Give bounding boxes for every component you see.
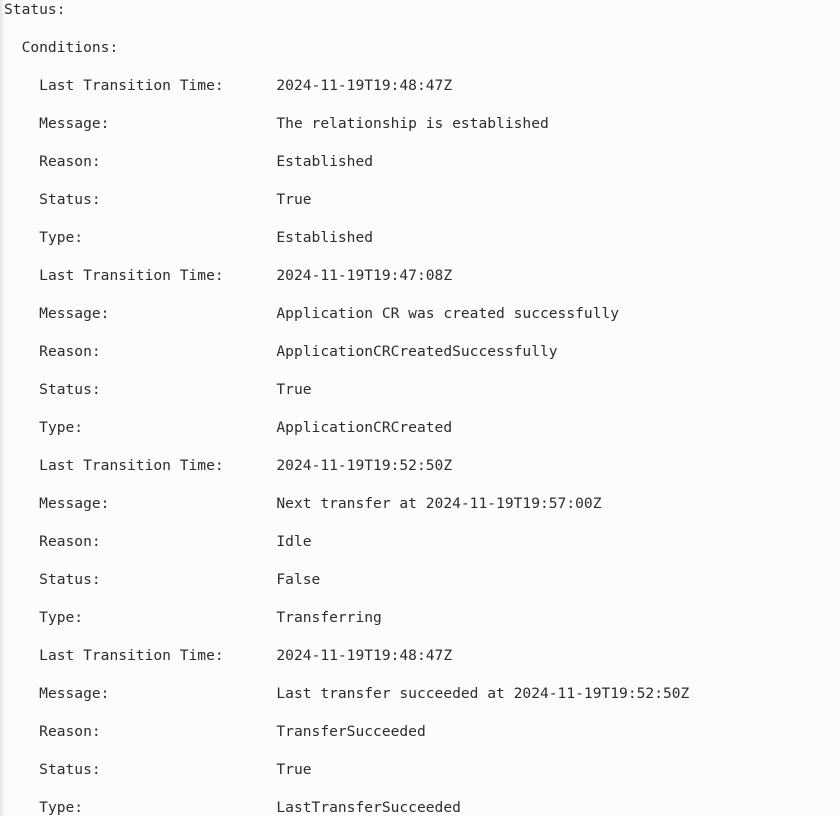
condition-3-message-value: Last transfer succeeded at 2024-11-19T19… xyxy=(276,685,689,702)
condition-2-reason-label: Reason: xyxy=(39,533,276,550)
condition-3-reason-value: TransferSucceeded xyxy=(276,723,425,740)
conditions-heading: Conditions: xyxy=(22,39,119,56)
condition-1-ltt-label: Last Transition Time: xyxy=(39,267,276,284)
status-heading: Status: xyxy=(4,1,66,18)
condition-2-status-label: Status: xyxy=(39,571,276,588)
condition-1-reason-label: Reason: xyxy=(39,343,276,360)
condition-0-type-value: Established xyxy=(276,229,373,246)
condition-1-type-label: Type: xyxy=(39,419,276,436)
condition-3-reason-label: Reason: xyxy=(39,723,276,740)
condition-2-type-label: Type: xyxy=(39,609,276,626)
condition-0-reason-value: Established xyxy=(276,153,373,170)
condition-2-message-label: Message: xyxy=(39,495,276,512)
condition-2-message-value: Next transfer at 2024-11-19T19:57:00Z xyxy=(276,495,601,512)
condition-2-status-value: False xyxy=(276,571,320,588)
condition-0-ltt-label: Last Transition Time: xyxy=(39,77,276,94)
condition-2-ltt-value: 2024-11-19T19:52:50Z xyxy=(276,457,452,474)
condition-3-ltt-value: 2024-11-19T19:48:47Z xyxy=(276,647,452,664)
condition-0-reason-label: Reason: xyxy=(39,153,276,170)
condition-0-status-label: Status: xyxy=(39,191,276,208)
condition-2-reason-value: Idle xyxy=(276,533,311,550)
condition-3-ltt-label: Last Transition Time: xyxy=(39,647,276,664)
condition-3-type-label: Type: xyxy=(39,799,276,816)
status-output: Status: Conditions: Last Transition Time… xyxy=(0,0,840,816)
condition-1-ltt-value: 2024-11-19T19:47:08Z xyxy=(276,267,452,284)
condition-0-status-value: True xyxy=(276,191,311,208)
condition-0-type-label: Type: xyxy=(39,229,276,246)
condition-0-ltt-value: 2024-11-19T19:48:47Z xyxy=(276,77,452,94)
condition-2-ltt-label: Last Transition Time: xyxy=(39,457,276,474)
condition-3-status-value: True xyxy=(276,761,311,778)
condition-3-status-label: Status: xyxy=(39,761,276,778)
condition-3-message-label: Message: xyxy=(39,685,276,702)
condition-3-type-value: LastTransferSucceeded xyxy=(276,799,461,816)
condition-0-message-label: Message: xyxy=(39,115,276,132)
condition-1-status-value: True xyxy=(276,381,311,398)
condition-1-message-label: Message: xyxy=(39,305,276,322)
condition-1-reason-value: ApplicationCRCreatedSuccessfully xyxy=(276,343,557,360)
condition-2-type-value: Transferring xyxy=(276,609,381,626)
condition-1-message-value: Application CR was created successfully xyxy=(276,305,619,322)
condition-1-type-value: ApplicationCRCreated xyxy=(276,419,452,436)
condition-1-status-label: Status: xyxy=(39,381,276,398)
condition-0-message-value: The relationship is established xyxy=(276,115,548,132)
